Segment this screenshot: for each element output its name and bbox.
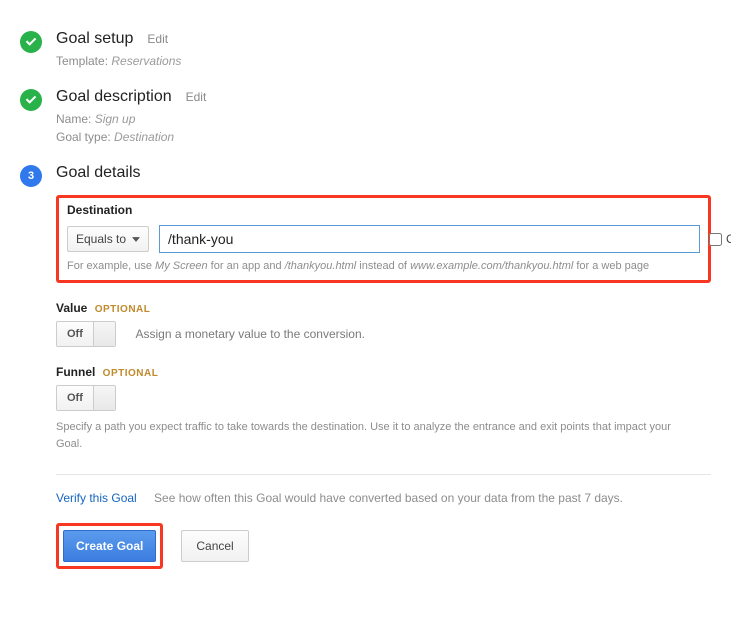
step-meta: Name: Sign up Goal type: Destination — [56, 110, 711, 146]
step-goal-details: 3 Goal details — [20, 164, 711, 187]
edit-link[interactable]: Edit — [186, 90, 207, 104]
verify-row: Verify this Goal See how often this Goal… — [56, 491, 711, 505]
divider — [56, 474, 711, 475]
step-goal-description: Goal description Edit Name: Sign up Goal… — [20, 88, 711, 146]
edit-link[interactable]: Edit — [147, 32, 168, 46]
case-sensitive-option[interactable]: Case sensitive — [709, 232, 731, 246]
step-title: Goal setup — [56, 30, 133, 48]
create-goal-highlight: Create Goal — [56, 523, 163, 569]
cancel-button[interactable]: Cancel — [181, 530, 248, 562]
destination-label: Destination — [67, 203, 700, 217]
step-title: Goal details — [56, 164, 141, 182]
funnel-label: Funnel OPTIONAL — [56, 365, 711, 379]
value-toggle[interactable]: Off — [56, 321, 116, 347]
check-icon — [20, 31, 42, 53]
chevron-down-icon — [132, 237, 140, 242]
case-sensitive-checkbox[interactable] — [709, 233, 722, 246]
step-title: Goal description — [56, 88, 172, 106]
verify-description: See how often this Goal would have conve… — [154, 491, 623, 505]
funnel-toggle[interactable]: Off — [56, 385, 116, 411]
step-number-icon: 3 — [20, 165, 42, 187]
match-mode-select[interactable]: Equals to — [67, 226, 149, 252]
verify-link[interactable]: Verify this Goal — [56, 491, 137, 505]
step-goal-setup: Goal setup Edit Template: Reservations — [20, 30, 711, 70]
value-description: Assign a monetary value to the conversio… — [136, 327, 365, 341]
check-icon — [20, 89, 42, 111]
step-meta: Template: Reservations — [56, 52, 711, 70]
funnel-description: Specify a path you expect traffic to tak… — [56, 419, 696, 452]
create-goal-button[interactable]: Create Goal — [63, 530, 156, 562]
destination-highlight: Destination Equals to For example, use M… — [56, 195, 711, 283]
value-label: Value OPTIONAL — [56, 301, 711, 315]
destination-hint: For example, use My Screen for an app an… — [67, 259, 700, 274]
destination-input[interactable] — [159, 225, 700, 253]
